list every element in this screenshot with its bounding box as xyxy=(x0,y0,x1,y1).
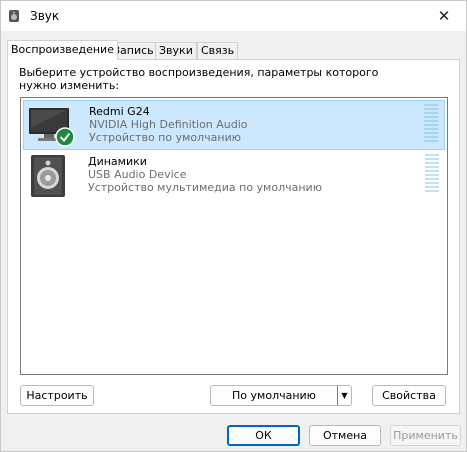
close-button[interactable]: ✕ xyxy=(422,1,466,31)
checkmark-icon xyxy=(55,127,75,147)
title-bar: Звук ✕ xyxy=(1,1,466,31)
device-name: Динамики xyxy=(88,155,147,168)
properties-button[interactable]: Свойства xyxy=(372,385,446,406)
device-name: Redmi G24 xyxy=(89,105,150,118)
set-default-button[interactable]: По умолчанию ▼ xyxy=(210,385,352,406)
volume-meter xyxy=(424,104,440,146)
instruction-text: Выберите устройство воспроизведения, пар… xyxy=(19,66,379,92)
tab-communications[interactable]: Связь xyxy=(197,42,239,59)
tab-playback[interactable]: Воспроизведение xyxy=(7,40,118,60)
device-item-redmi-g24[interactable]: Redmi G24 NVIDIA High Definition Audio У… xyxy=(23,100,445,150)
ok-button[interactable]: ОК xyxy=(227,425,300,446)
volume-meter xyxy=(425,154,441,196)
playback-panel: Выберите устройство воспроизведения, пар… xyxy=(7,59,460,414)
close-icon: ✕ xyxy=(437,7,451,25)
apply-button[interactable]: Применить xyxy=(390,425,461,446)
configure-button[interactable]: Настроить xyxy=(20,385,94,406)
sound-dialog: Звук ✕ Воспроизведение Запись Звуки Связ… xyxy=(0,0,467,452)
speaker-icon xyxy=(8,9,20,23)
device-status: Устройство мультимедиа по умолчанию xyxy=(88,181,322,194)
dropdown-arrow-icon[interactable]: ▼ xyxy=(337,386,351,405)
monitor-icon xyxy=(27,104,77,148)
window-title: Звук xyxy=(30,9,60,23)
cancel-button[interactable]: Отмена xyxy=(309,425,381,446)
speaker-icon xyxy=(26,154,76,198)
tab-sounds[interactable]: Звуки xyxy=(155,42,197,59)
device-item-speakers[interactable]: Динамики USB Audio Device Устройство мул… xyxy=(23,151,445,201)
device-description: NVIDIA High Definition Audio xyxy=(89,118,248,131)
device-description: USB Audio Device xyxy=(88,168,187,181)
device-list[interactable]: Redmi G24 NVIDIA High Definition Audio У… xyxy=(20,97,448,375)
device-status: Устройство по умолчанию xyxy=(89,131,242,144)
set-default-label: По умолчанию xyxy=(232,389,316,402)
